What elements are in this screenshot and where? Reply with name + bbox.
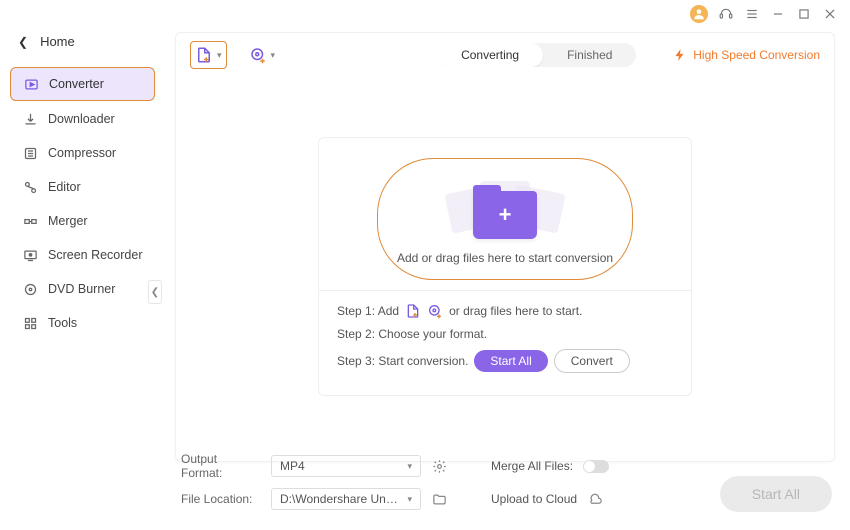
main-panel: ▾ ▾ Converting Finished High Speed Conve… xyxy=(175,32,835,462)
dropzone-text: Add or drag files here to start conversi… xyxy=(397,251,613,265)
folder-illustration: + xyxy=(450,169,560,239)
add-folder-icon: + xyxy=(473,191,537,239)
sidebar-item-label: DVD Burner xyxy=(48,282,115,296)
add-disc-icon xyxy=(249,46,267,64)
sidebar-item-label: Tools xyxy=(48,316,77,330)
chevron-down-icon: ▾ xyxy=(271,50,276,61)
tools-icon xyxy=(22,315,38,331)
home-back[interactable]: ❮ Home xyxy=(0,28,165,65)
converter-icon xyxy=(23,76,39,92)
chevron-down-icon: ▾ xyxy=(407,494,412,505)
chevron-left-icon: ❮ xyxy=(18,35,28,49)
sidebar-item-dvd-burner[interactable]: DVD Burner xyxy=(10,273,155,305)
start-all-button-small[interactable]: Start All xyxy=(474,350,547,372)
sidebar-item-screen-recorder[interactable]: Screen Recorder xyxy=(10,239,155,271)
step-2: Step 2: Choose your format. xyxy=(337,327,673,341)
output-format-value: MP4 xyxy=(280,459,305,473)
add-disc-button[interactable]: ▾ xyxy=(245,42,280,68)
sidebar-item-compressor[interactable]: Compressor xyxy=(10,137,155,169)
close-button[interactable] xyxy=(822,6,838,22)
steps-panel: Step 1: Add or drag files here to start.… xyxy=(319,290,691,395)
sidebar-item-tools[interactable]: Tools xyxy=(10,307,155,339)
sidebar-item-merger[interactable]: Merger xyxy=(10,205,155,237)
step-3: Step 3: Start conversion. Start All Conv… xyxy=(337,349,673,373)
output-format-select[interactable]: MP4 ▾ xyxy=(271,455,421,477)
file-location-value: D:\Wondershare UniConverter 1 xyxy=(280,492,400,506)
downloader-icon xyxy=(22,111,38,127)
sidebar-item-label: Compressor xyxy=(48,146,116,160)
menu-icon[interactable] xyxy=(744,6,760,22)
person-icon xyxy=(692,7,706,21)
chevron-down-icon: ▾ xyxy=(407,461,412,472)
sidebar-item-downloader[interactable]: Downloader xyxy=(10,103,155,135)
sidebar-item-converter[interactable]: Converter xyxy=(10,67,155,101)
step1-prefix: Step 1: Add xyxy=(337,304,399,318)
high-speed-label: High Speed Conversion xyxy=(693,48,820,62)
sidebar-item-label: Downloader xyxy=(48,112,115,126)
status-tabs: Converting Finished xyxy=(437,43,636,67)
sidebar-item-label: Screen Recorder xyxy=(48,248,143,262)
sidebar: ❮ Home Converter Downloader Compressor E… xyxy=(0,0,165,530)
add-file-icon xyxy=(195,46,213,64)
home-label: Home xyxy=(40,34,75,49)
editor-icon xyxy=(22,179,38,195)
user-avatar[interactable] xyxy=(690,5,708,23)
dvd-burner-icon xyxy=(22,281,38,297)
tab-finished[interactable]: Finished xyxy=(543,43,636,67)
step2-text: Step 2: Choose your format. xyxy=(337,327,487,341)
dropzone-container: + Add or drag files here to start conver… xyxy=(318,137,692,396)
file-location-label: File Location: xyxy=(181,492,261,506)
sidebar-item-editor[interactable]: Editor xyxy=(10,171,155,203)
merger-icon xyxy=(22,213,38,229)
sidebar-item-label: Merger xyxy=(48,214,88,228)
upload-cloud-label: Upload to Cloud xyxy=(491,492,577,506)
maximize-button[interactable] xyxy=(796,6,812,22)
high-speed-conversion-toggle[interactable]: High Speed Conversion xyxy=(673,48,820,62)
sidebar-item-label: Editor xyxy=(48,180,81,194)
merge-files-toggle[interactable] xyxy=(583,460,609,473)
add-disc-icon xyxy=(427,303,443,319)
compressor-icon xyxy=(22,145,38,161)
support-icon[interactable] xyxy=(718,6,734,22)
sidebar-collapse-handle[interactable]: ❮ xyxy=(148,280,162,304)
open-folder-icon[interactable] xyxy=(431,491,447,507)
convert-button[interactable]: Convert xyxy=(554,349,630,373)
step3-text: Step 3: Start conversion. xyxy=(337,354,468,368)
output-format-label: Output Format: xyxy=(181,452,261,480)
merge-files-label: Merge All Files: xyxy=(491,459,573,473)
sidebar-item-label: Converter xyxy=(49,77,104,91)
add-file-icon xyxy=(405,303,421,319)
add-file-button[interactable]: ▾ xyxy=(190,41,227,69)
step1-suffix: or drag files here to start. xyxy=(449,304,582,318)
settings-gear-icon[interactable] xyxy=(431,458,447,474)
file-location-select[interactable]: D:\Wondershare UniConverter 1 ▾ xyxy=(271,488,421,510)
lightning-icon xyxy=(673,48,687,62)
chevron-down-icon: ▾ xyxy=(217,50,222,61)
tab-converting[interactable]: Converting xyxy=(437,43,543,67)
step-1: Step 1: Add or drag files here to start. xyxy=(337,303,673,319)
cloud-icon[interactable] xyxy=(587,491,603,507)
toolbar: ▾ ▾ Converting Finished High Speed Conve… xyxy=(176,33,834,77)
start-all-button[interactable]: Start All xyxy=(720,476,832,512)
screen-recorder-icon xyxy=(22,247,38,263)
minimize-button[interactable] xyxy=(770,6,786,22)
dropzone[interactable]: + Add or drag files here to start conver… xyxy=(377,158,633,280)
